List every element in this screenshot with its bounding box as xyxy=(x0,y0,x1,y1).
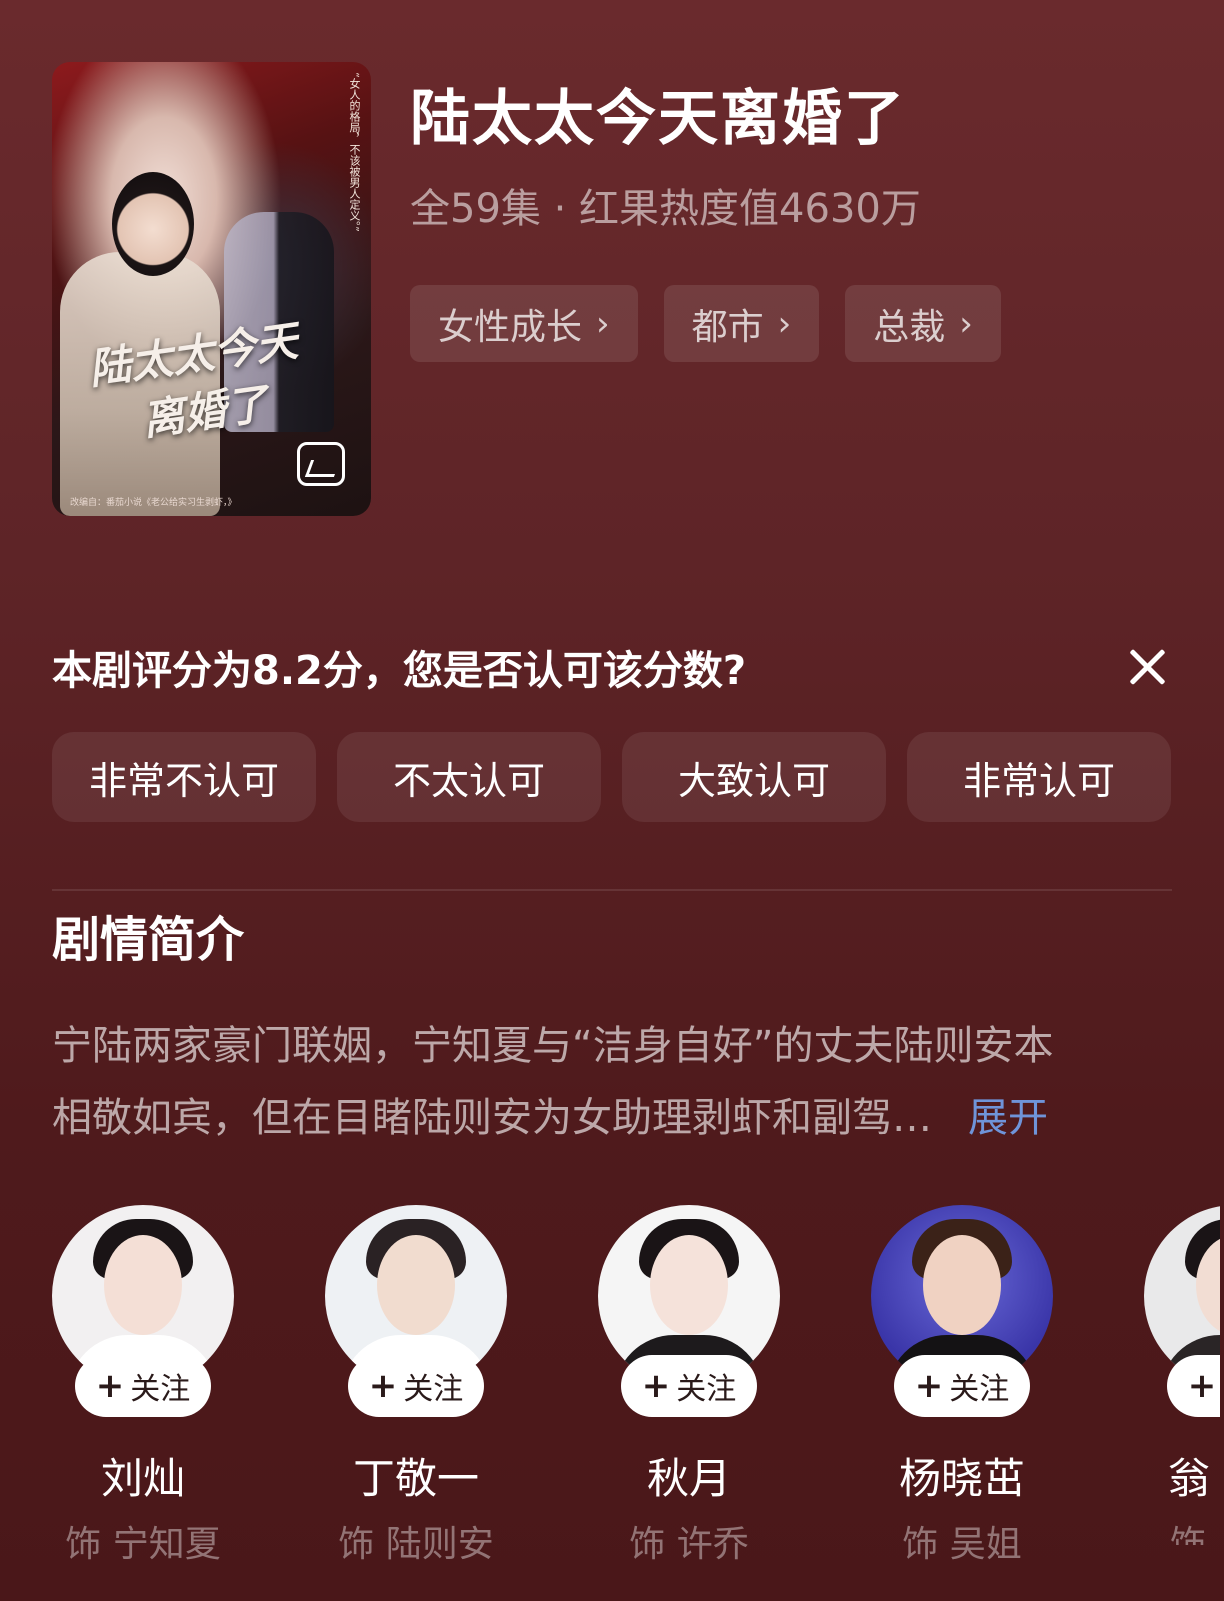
follow-button[interactable]: + 关注 xyxy=(1167,1355,1220,1417)
cast-role: 饰 吴姐 xyxy=(902,1524,1022,1565)
synopsis-line: 宁陆两家豪门联姻，宁知夏与“洁身自好”的丈夫陆则安本 xyxy=(52,1023,1054,1069)
plus-icon: + xyxy=(1187,1366,1217,1406)
cast-name: 杨晓茁 xyxy=(898,1454,1025,1503)
cast-list: + 关注 刘灿 饰 宁知夏 + 关注 丁敬一 饰 陆则安 + 关注 秋月 饰 许… xyxy=(52,1205,1220,1565)
follow-button[interactable]: + 关注 xyxy=(621,1355,757,1417)
chevron-right-icon: › xyxy=(596,303,610,344)
cast-name: 刘灿 xyxy=(100,1454,185,1503)
rating-options: 非常不认可 不太认可 大致认可 非常认可 xyxy=(52,732,1171,822)
tag-label: 都市 xyxy=(691,306,764,348)
poster-credit: 改编自：番茄小说《老公给实习生剥虾，》 xyxy=(70,498,237,508)
poster-image[interactable]: “女人的格局，不该被男人定义。” 陆太太今天 离婚了 改编自：番茄小说《老公给实… xyxy=(52,62,371,516)
poster-lead-head xyxy=(112,172,194,276)
expand-link[interactable]: 展开 xyxy=(968,1095,1048,1141)
cast-member[interactable]: + 关注 翁 饰 xyxy=(1144,1205,1220,1545)
section-divider xyxy=(52,889,1172,891)
synopsis-line: 相敬如宾，但在目睹陆则安为女助理剥虾和副驾… 展开 xyxy=(52,1095,1048,1141)
plus-icon: + xyxy=(368,1366,398,1406)
cast-name: 丁敬一 xyxy=(352,1454,479,1503)
tag-label: 女性成长 xyxy=(438,306,583,348)
gallery-icon[interactable] xyxy=(297,442,345,486)
drama-title: 陆太太今天离婚了 xyxy=(410,84,906,154)
plus-icon: + xyxy=(95,1366,125,1406)
tag-ceo[interactable]: 总裁 › xyxy=(845,285,1001,362)
cast-member[interactable]: + 关注 秋月 饰 许乔 xyxy=(598,1205,780,1565)
cast-role: 饰 陆则安 xyxy=(338,1524,494,1565)
avatar-face xyxy=(650,1235,728,1335)
plus-icon: + xyxy=(641,1366,671,1406)
cast-role: 饰 xyxy=(1170,1524,1207,1545)
follow-button[interactable]: + 关注 xyxy=(348,1355,484,1417)
plus-icon: + xyxy=(914,1366,944,1406)
tag-urban[interactable]: 都市 › xyxy=(663,285,820,362)
cast-member[interactable]: + 关注 杨晓茁 饰 吴姐 xyxy=(871,1205,1053,1565)
tag-label: 总裁 xyxy=(873,306,946,348)
cast-member[interactable]: + 关注 刘灿 饰 宁知夏 xyxy=(52,1205,234,1565)
rating-option-agree[interactable]: 大致认可 xyxy=(622,732,886,822)
avatar-face xyxy=(923,1235,1001,1335)
synopsis-text: 宁陆两家豪门联姻，宁知夏与“洁身自好”的丈夫陆则安本 相敬如宾，但在目睹陆则安为… xyxy=(52,1010,1172,1154)
rating-option-strongly-disagree[interactable]: 非常不认可 xyxy=(52,732,316,822)
rating-option-disagree[interactable]: 不太认可 xyxy=(337,732,601,822)
chevron-right-icon: › xyxy=(777,303,792,344)
avatar-face xyxy=(377,1235,455,1335)
synopsis-heading: 剧情简介 xyxy=(52,912,245,968)
cast-role: 饰 许乔 xyxy=(629,1524,749,1565)
avatar-face xyxy=(104,1235,182,1335)
follow-button[interactable]: + 关注 xyxy=(894,1355,1030,1417)
cast-name: 翁 xyxy=(1168,1454,1211,1503)
cast-member[interactable]: + 关注 丁敬一 饰 陆则安 xyxy=(325,1205,507,1565)
close-icon[interactable] xyxy=(1124,644,1170,690)
rating-option-strongly-agree[interactable]: 非常认可 xyxy=(907,732,1171,822)
cast-name: 秋月 xyxy=(646,1454,731,1503)
tag-list: 女性成长 › 都市 › 总裁 › xyxy=(410,285,1001,362)
cast-role: 饰 宁知夏 xyxy=(65,1524,221,1565)
chevron-right-icon: › xyxy=(959,303,973,344)
tag-female-growth[interactable]: 女性成长 › xyxy=(410,285,638,362)
follow-button[interactable]: + 关注 xyxy=(75,1355,211,1417)
drama-meta: 全59集 · 红果热度值4630万 xyxy=(410,186,921,232)
rating-question: 本剧评分为8.2分，您是否认可该分数? xyxy=(52,648,747,694)
poster-tagline: “女人的格局，不该被男人定义。” xyxy=(348,72,361,232)
